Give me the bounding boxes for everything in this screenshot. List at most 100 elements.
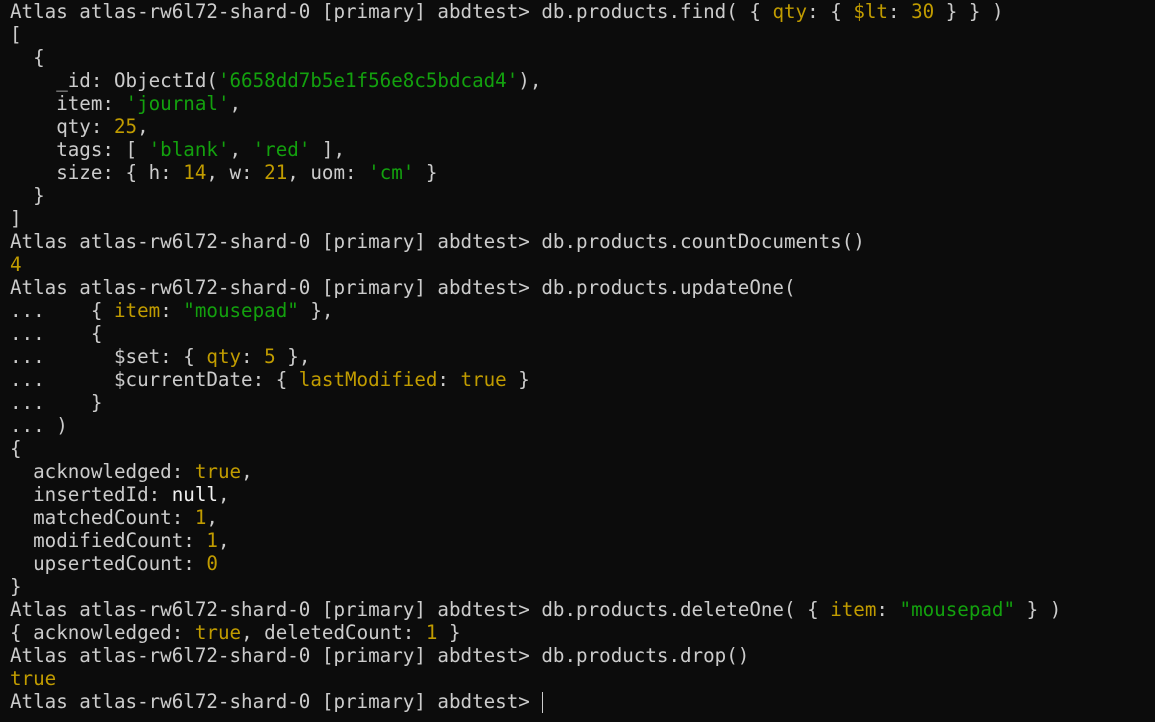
terminal-text-segment: :	[160, 299, 184, 322]
terminal-text-segment: 4	[10, 253, 22, 276]
terminal-text-segment: Atlas atlas-rw6l72-shard-0 [primary] abd…	[10, 598, 831, 621]
terminal-line: qty: 25,	[10, 115, 1150, 138]
terminal-line: Atlas atlas-rw6l72-shard-0 [primary] abd…	[10, 276, 1150, 299]
terminal-text-segment: }	[506, 368, 530, 391]
command-input-line[interactable]: Atlas atlas-rw6l72-shard-0 [primary] abd…	[10, 690, 1150, 713]
terminal-text-segment: {	[10, 437, 22, 460]
terminal-text-segment: }	[414, 161, 438, 184]
terminal-text-segment: [	[10, 23, 22, 46]
terminal-text-segment: 25	[113, 115, 138, 138]
terminal-text-segment: , deletedCount:	[241, 621, 426, 644]
terminal-text-segment: item	[113, 299, 161, 322]
terminal-text-segment: 1	[206, 529, 218, 552]
terminal-line: Atlas atlas-rw6l72-shard-0 [primary] abd…	[10, 0, 1150, 23]
terminal-text-segment: ),	[518, 69, 542, 92]
terminal-text-segment: size: { h:	[10, 161, 184, 184]
terminal-text-segment: 14	[183, 161, 207, 184]
terminal-text-segment: }	[10, 184, 45, 207]
terminal-text-segment: true	[10, 667, 57, 690]
terminal-text-segment: 'red'	[252, 138, 311, 161]
terminal-text-segment: },	[275, 345, 311, 368]
terminal-text-segment: upsertedCount:	[10, 552, 207, 575]
terminal-text-segment: 21	[264, 161, 288, 184]
terminal-text-segment: ,	[206, 506, 218, 529]
terminal-text-segment: 'cm'	[368, 161, 415, 184]
terminal-line: ]	[10, 207, 1150, 230]
terminal-line: Atlas atlas-rw6l72-shard-0 [primary] abd…	[10, 644, 1150, 667]
terminal-text-segment: qty	[206, 345, 242, 368]
terminal-text-segment: ]	[10, 207, 22, 230]
terminal-text-segment: qty:	[10, 115, 114, 138]
terminal-text-segment: "mousepad"	[183, 299, 299, 322]
terminal-text-segment: :	[437, 368, 461, 391]
terminal-text-segment: ,	[137, 115, 149, 138]
terminal-text-segment: true	[194, 460, 242, 483]
terminal-text-segment: ... )	[10, 414, 68, 437]
text-cursor	[542, 692, 544, 713]
terminal-line: [	[10, 23, 1150, 46]
terminal-text-segment: 'blank'	[148, 138, 230, 161]
terminal-text-segment: null	[171, 483, 218, 506]
terminal-text-segment: 'journal'	[125, 92, 230, 115]
terminal-line: modifiedCount: 1,	[10, 529, 1150, 552]
terminal-text-segment: modifiedCount:	[10, 529, 207, 552]
terminal-text-segment: } )	[1015, 598, 1062, 621]
terminal-line: upsertedCount: 0	[10, 552, 1150, 575]
terminal-line: Atlas atlas-rw6l72-shard-0 [primary] abd…	[10, 230, 1150, 253]
terminal-text-segment: ,	[217, 483, 230, 506]
terminal-text-segment: :	[887, 0, 912, 23]
terminal-output: Atlas atlas-rw6l72-shard-0 [primary] abd…	[10, 0, 1150, 713]
terminal-text-segment: ... $set: {	[10, 345, 207, 368]
shell-prompt: Atlas atlas-rw6l72-shard-0 [primary] abd…	[10, 690, 542, 713]
terminal-line: Atlas atlas-rw6l72-shard-0 [primary] abd…	[10, 598, 1150, 621]
terminal-text-segment: }	[437, 621, 461, 644]
terminal-text-segment: true	[194, 621, 242, 644]
terminal-line: ... { item: "mousepad" },	[10, 299, 1150, 322]
terminal-text-segment: item	[830, 598, 877, 621]
terminal-line: insertedId: null,	[10, 483, 1150, 506]
terminal-text-segment: lastModified	[298, 368, 438, 391]
terminal-text-segment: :	[241, 345, 265, 368]
terminal-line: 4	[10, 253, 1150, 276]
terminal-text-segment: $lt	[853, 0, 888, 23]
terminal-text-segment: } } )	[934, 0, 1004, 23]
terminal-text-segment: Atlas atlas-rw6l72-shard-0 [primary] abd…	[10, 0, 773, 23]
terminal-text-segment: ... {	[10, 322, 103, 345]
terminal-text-segment: qty	[772, 0, 808, 23]
terminal-line: ... {	[10, 322, 1150, 345]
terminal-text-segment: 5	[264, 345, 276, 368]
terminal-text-segment: tags: [	[10, 138, 149, 161]
terminal-line: true	[10, 667, 1150, 690]
terminal-text-segment: ,	[229, 138, 253, 161]
terminal-text-segment: Atlas atlas-rw6l72-shard-0 [primary] abd…	[10, 644, 750, 667]
terminal-text-segment: :	[876, 598, 900, 621]
terminal-text-segment: ,	[241, 460, 253, 483]
terminal-line: ... }	[10, 391, 1150, 414]
terminal-text-segment: _id: ObjectId(	[10, 69, 218, 92]
terminal-text-segment: {	[10, 46, 45, 69]
terminal-text-segment: , uom:	[287, 161, 369, 184]
terminal-line: { acknowledged: true, deletedCount: 1 }	[10, 621, 1150, 644]
terminal-text-segment: insertedId:	[10, 483, 172, 506]
terminal-text-segment: '6658dd7b5e1f56e8c5bdcad4'	[217, 69, 519, 92]
terminal-text-segment: ... {	[10, 299, 114, 322]
terminal-text-segment: acknowledged:	[10, 460, 195, 483]
terminal-text-segment: },	[298, 299, 334, 322]
terminal-text-segment: "mousepad"	[899, 598, 1016, 621]
terminal-line: _id: ObjectId('6658dd7b5e1f56e8c5bdcad4'…	[10, 69, 1150, 92]
terminal-line: ... $set: { qty: 5 },	[10, 345, 1150, 368]
terminal-text-segment: ... }	[10, 391, 103, 414]
terminal-line: item: 'journal',	[10, 92, 1150, 115]
terminal-line: ... )	[10, 414, 1150, 437]
terminal-text-segment: Atlas atlas-rw6l72-shard-0 [primary] abd…	[10, 276, 796, 299]
terminal-text-segment: ... $currentDate: {	[10, 368, 299, 391]
terminal-line: }	[10, 575, 1150, 598]
terminal-text-segment: : {	[807, 0, 854, 23]
terminal-line: {	[10, 46, 1150, 69]
terminal-line: matchedCount: 1,	[10, 506, 1150, 529]
terminal-text-segment: true	[460, 368, 507, 391]
terminal-line: }	[10, 184, 1150, 207]
terminal-text-segment: item:	[10, 92, 126, 115]
terminal-text-segment: }	[10, 575, 22, 598]
terminal-line: acknowledged: true,	[10, 460, 1150, 483]
